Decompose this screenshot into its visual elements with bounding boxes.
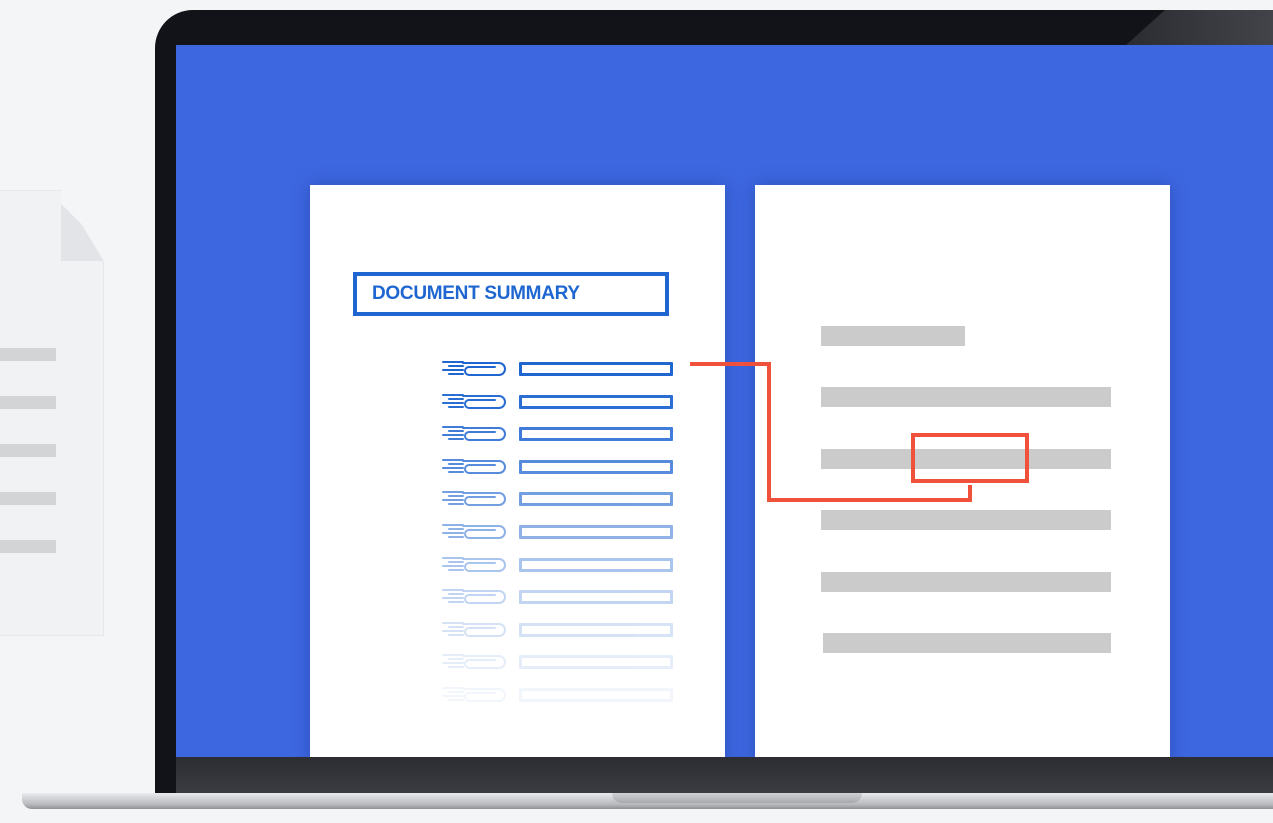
text-placeholder-line — [0, 396, 56, 409]
text-placeholder-line — [0, 492, 56, 505]
text-placeholder-line — [0, 540, 56, 553]
citation-connector — [690, 362, 1029, 502]
text-placeholder-line — [0, 444, 56, 457]
laptop-screen: DOCUMENT SUMMARY — [176, 45, 1273, 757]
text-placeholder-line — [0, 348, 56, 361]
screen-bezel-bottom — [176, 757, 1273, 793]
source-highlight-box — [911, 433, 1029, 483]
background-document — [0, 190, 104, 636]
laptop-opening-notch — [612, 793, 862, 803]
page-fold — [60, 190, 104, 262]
